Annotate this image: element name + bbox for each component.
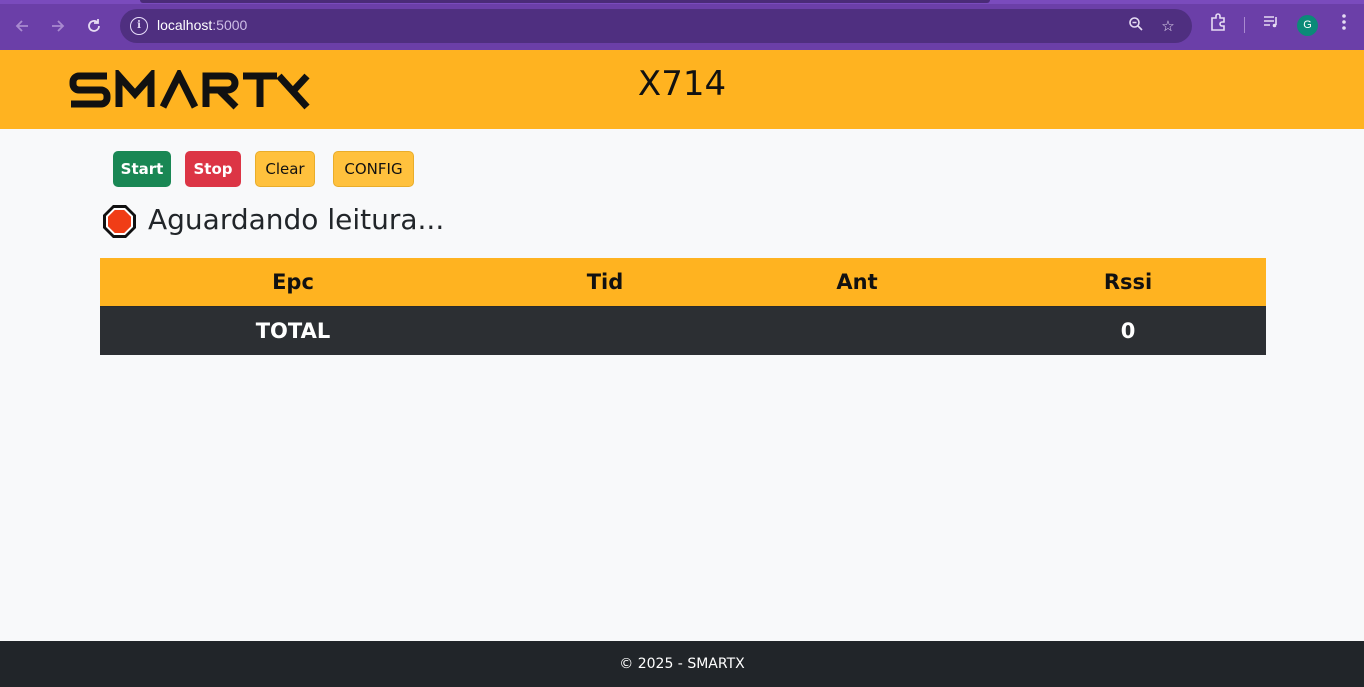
browser-toolbar: i localhost:5000 ☆ G: [0, 0, 1364, 50]
column-header-ant: Ant: [836, 270, 878, 294]
total-count: 0: [1120, 319, 1136, 343]
forward-icon[interactable]: [45, 13, 71, 39]
back-icon[interactable]: [9, 13, 35, 39]
active-tab-indicator: [140, 0, 990, 3]
address-url[interactable]: localhost:5000: [157, 17, 247, 33]
table-header: Epc Tid Ant Rssi: [100, 258, 1266, 307]
reload-icon[interactable]: [81, 13, 107, 39]
clear-button[interactable]: Clear: [255, 151, 315, 187]
total-label: TOTAL: [255, 319, 331, 343]
status-text: Aguardando leitura...: [148, 203, 445, 236]
column-header-tid: Tid: [586, 270, 624, 294]
start-button[interactable]: Start: [113, 151, 171, 187]
column-header-rssi: Rssi: [1103, 270, 1153, 294]
table-total-row: TOTAL 0: [100, 307, 1266, 355]
url-host: localhost: [157, 17, 213, 33]
profile-avatar[interactable]: G: [1297, 15, 1318, 36]
zoom-icon[interactable]: [1126, 16, 1146, 36]
config-button[interactable]: CONFIG: [333, 151, 414, 187]
extensions-icon[interactable]: [1206, 13, 1230, 37]
url-port: :5000: [212, 17, 248, 33]
stop-sign-icon: [102, 204, 137, 239]
media-icon[interactable]: [1259, 13, 1283, 37]
readings-table: Epc Tid Ant Rssi TOTAL 0: [100, 258, 1266, 355]
stop-button[interactable]: Stop: [185, 151, 241, 187]
column-header-epc: Epc: [272, 270, 314, 294]
info-icon[interactable]: i: [130, 17, 148, 35]
menu-icon[interactable]: [1332, 13, 1356, 37]
page-footer: © 2025 - SMARTX: [0, 641, 1364, 687]
toolbar-divider: [1244, 17, 1245, 33]
star-icon[interactable]: ☆: [1158, 16, 1178, 36]
address-bar[interactable]: i localhost:5000 ☆: [120, 9, 1192, 43]
device-title: X714: [637, 64, 727, 104]
